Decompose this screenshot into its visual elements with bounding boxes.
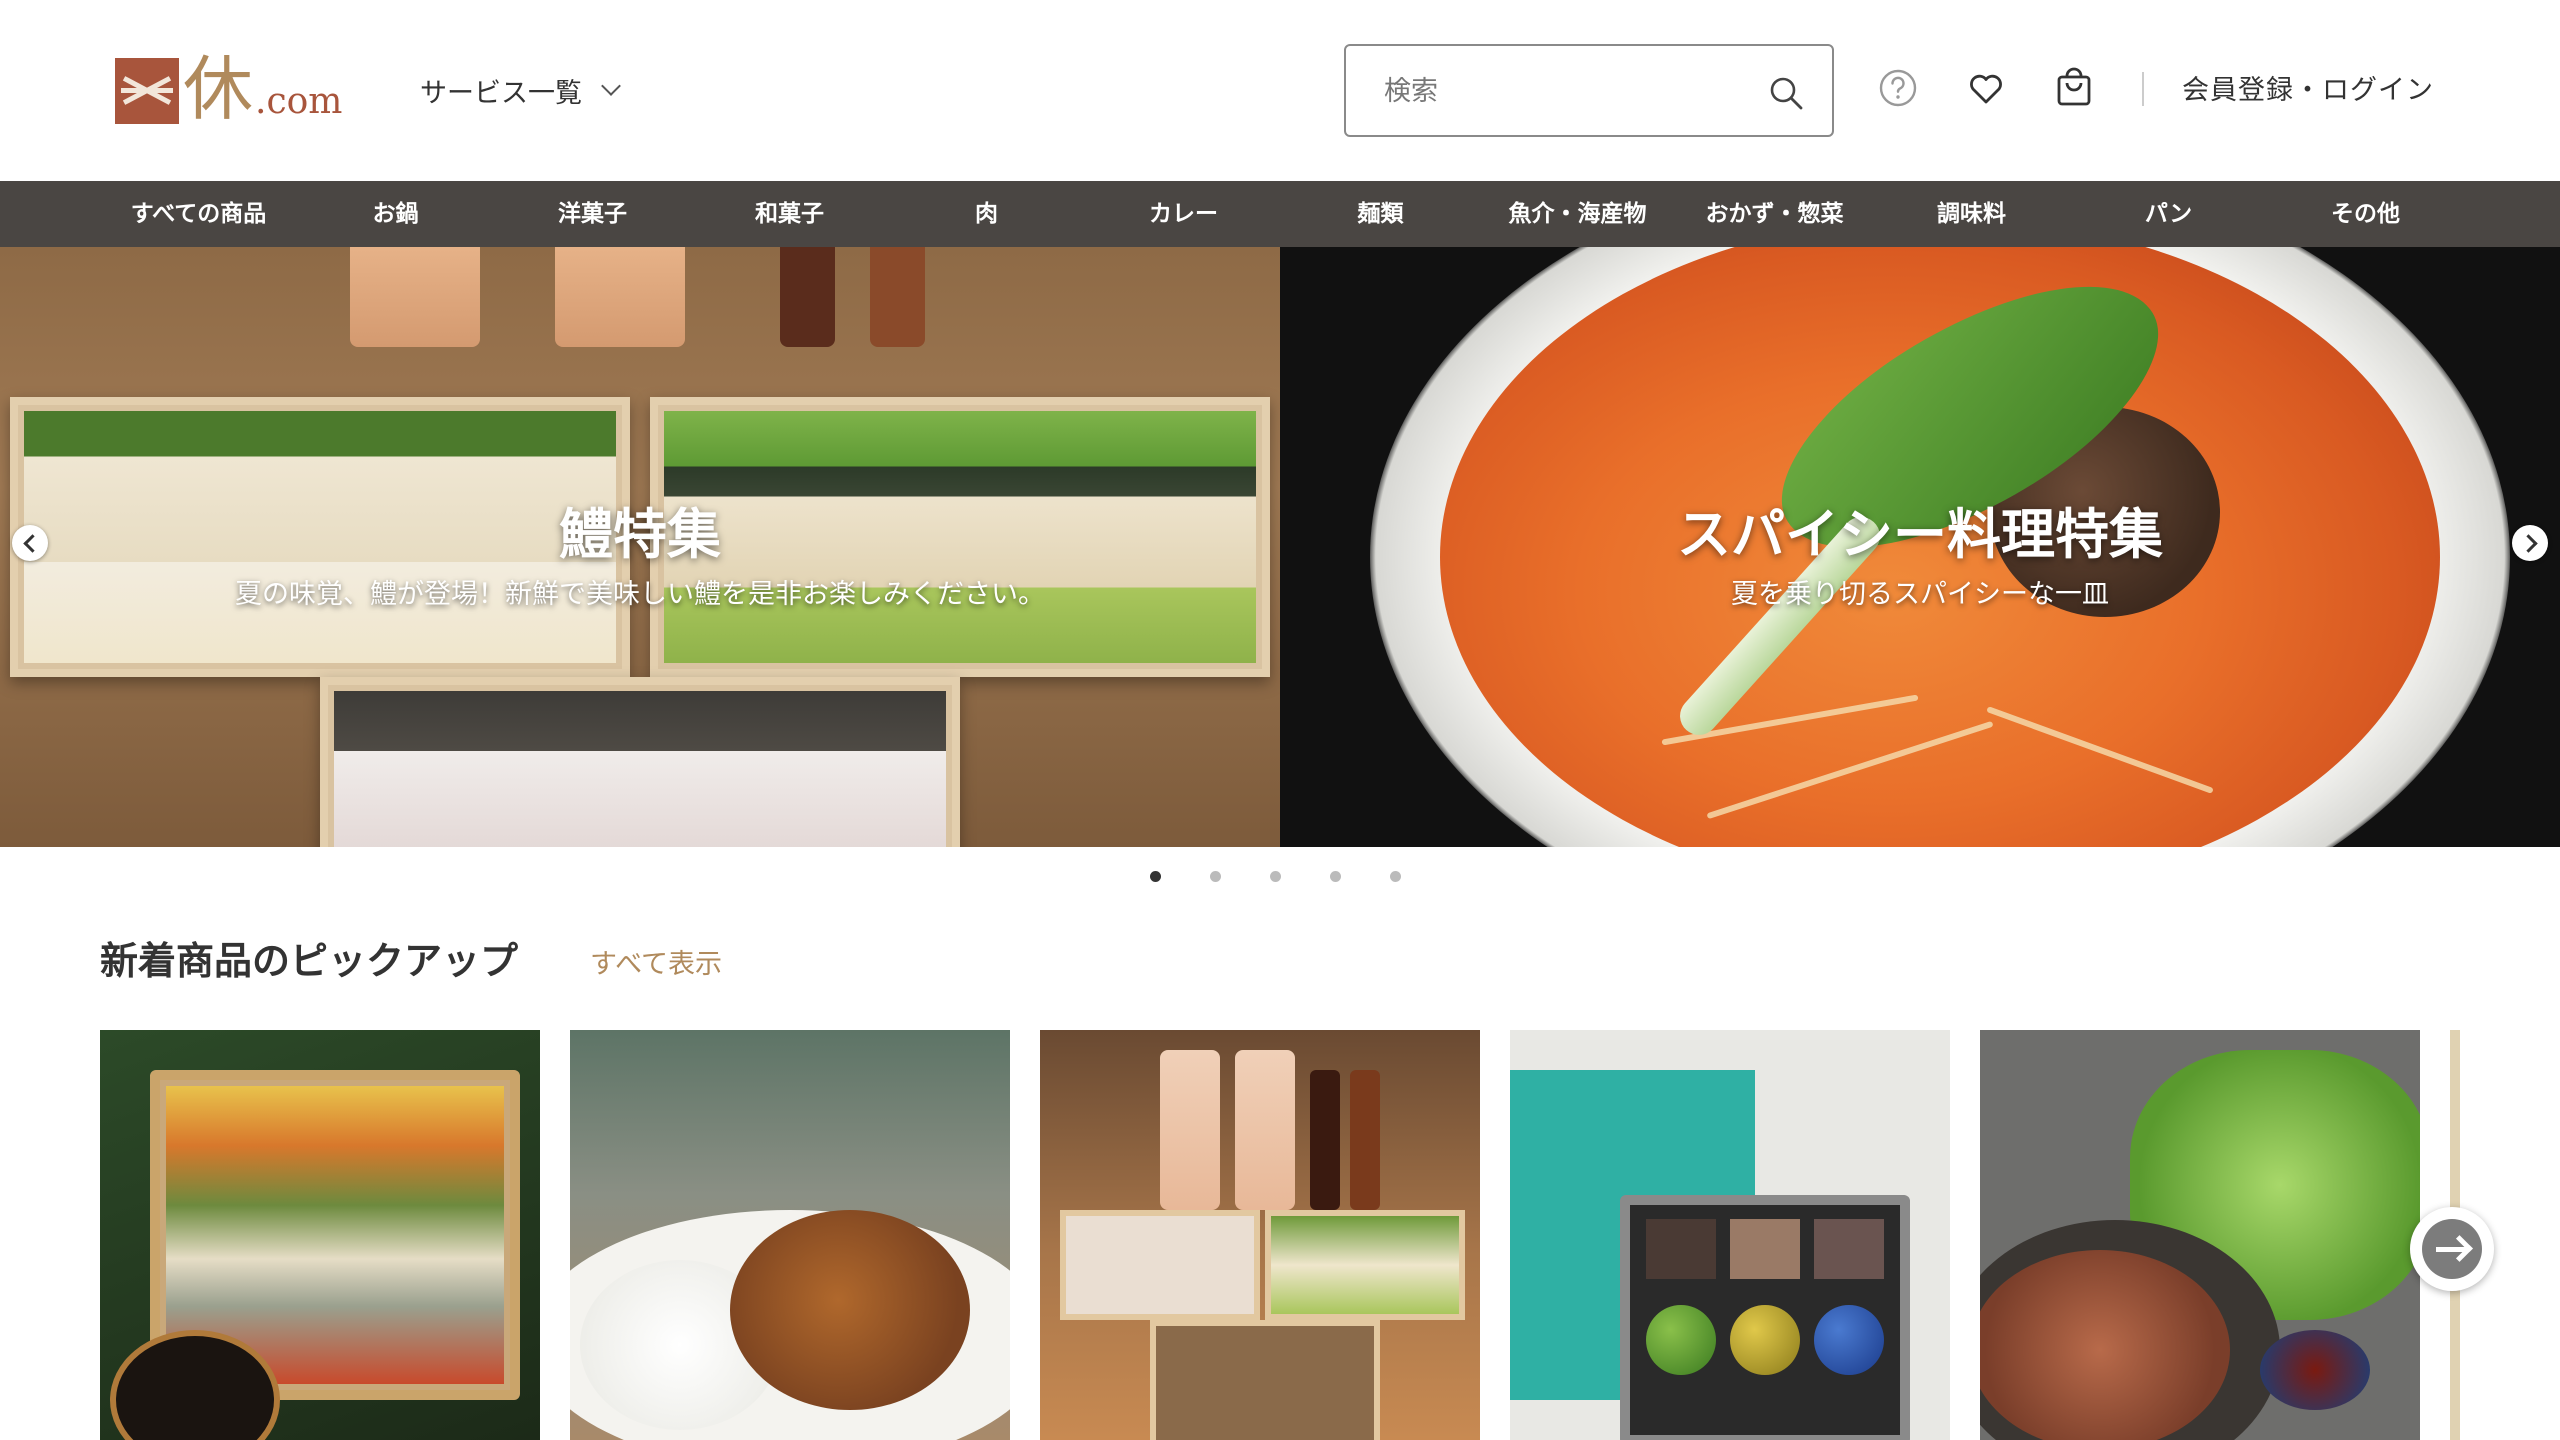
carousel-dot-3[interactable] bbox=[1270, 871, 1281, 882]
search-icon[interactable] bbox=[1766, 73, 1806, 113]
category-seafood[interactable]: 魚介・海産物 bbox=[1479, 181, 1676, 247]
search-box bbox=[1344, 44, 1834, 137]
category-bread[interactable]: パン bbox=[2070, 181, 2267, 247]
category-seasonings[interactable]: 調味料 bbox=[1873, 181, 2070, 247]
logo-text: 休 bbox=[183, 48, 253, 130]
bento-box-image bbox=[1060, 1210, 1260, 1320]
product-carousel bbox=[100, 1030, 2560, 1440]
hero-title: 鱧特集 bbox=[559, 503, 721, 566]
product-card[interactable] bbox=[1980, 1030, 2420, 1440]
product-card[interactable] bbox=[1510, 1030, 1950, 1440]
arrow-right-icon bbox=[2422, 1219, 2482, 1279]
chocolate-piece bbox=[1646, 1219, 1716, 1279]
login-link[interactable]: 会員登録・ログイン bbox=[2182, 68, 2434, 107]
chocolate-piece bbox=[1730, 1219, 1800, 1279]
product-card[interactable] bbox=[100, 1030, 540, 1440]
site-logo[interactable]: 休 .com bbox=[115, 52, 342, 124]
bottle-image bbox=[1160, 1050, 1220, 1210]
bottle-image bbox=[870, 247, 925, 347]
hero-subtitle: 夏を乗り切るスパイシーな一皿 bbox=[1731, 579, 2109, 610]
carousel-dot-4[interactable] bbox=[1330, 871, 1341, 882]
hero-subtitle: 夏の味覚、鱧が登場！新鮮で美味しい鱧を是非お楽しみください。 bbox=[235, 579, 1045, 610]
category-all[interactable]: すべての商品 bbox=[100, 181, 297, 247]
bottle-image bbox=[1350, 1070, 1380, 1210]
header-divider bbox=[2142, 72, 2144, 106]
bottle-image bbox=[555, 247, 685, 347]
heart-icon[interactable] bbox=[1964, 66, 2008, 110]
category-japanese-sweets[interactable]: 和菓子 bbox=[691, 181, 888, 247]
section-title: 新着商品のピックアップ bbox=[100, 939, 519, 983]
carousel-prev-icon[interactable] bbox=[12, 525, 48, 561]
category-curry[interactable]: カレー bbox=[1085, 181, 1282, 247]
carousel-dot-5[interactable] bbox=[1390, 871, 1401, 882]
bottle-image bbox=[780, 247, 835, 347]
bento-box-image bbox=[320, 677, 960, 847]
category-noodles[interactable]: 麺類 bbox=[1282, 181, 1479, 247]
category-nav: すべての商品 お鍋 洋菓子 和菓子 肉 カレー 麺類 魚介・海産物 おかず・惣菜… bbox=[0, 181, 2560, 247]
sauce-dish-image bbox=[2260, 1330, 2370, 1410]
category-side-dishes[interactable]: おかず・惣菜 bbox=[1676, 181, 1873, 247]
carousel-dot-2[interactable] bbox=[1210, 871, 1221, 882]
chocolate-piece bbox=[1814, 1305, 1884, 1375]
bottle-image bbox=[1310, 1070, 1340, 1210]
product-carousel-next-button[interactable] bbox=[2410, 1207, 2494, 1291]
chocolate-piece bbox=[1814, 1219, 1884, 1279]
product-card[interactable] bbox=[570, 1030, 1010, 1440]
logo-mark-icon bbox=[115, 58, 179, 124]
bottle-image bbox=[1235, 1050, 1295, 1210]
category-other[interactable]: その他 bbox=[2267, 181, 2464, 247]
site-header: 休 .com サービス一覧 会員登録・ログイン bbox=[0, 0, 2560, 181]
category-nabe[interactable]: お鍋 bbox=[297, 181, 494, 247]
logo-suffix: .com bbox=[255, 81, 343, 122]
carousel-dot-1[interactable] bbox=[1150, 871, 1161, 882]
view-all-link[interactable]: すべて表示 bbox=[590, 942, 722, 981]
bottle-image bbox=[350, 247, 480, 347]
help-icon[interactable] bbox=[1876, 66, 1920, 110]
carousel-next-icon[interactable] bbox=[2512, 525, 2548, 561]
chocolate-piece bbox=[1646, 1305, 1716, 1375]
services-label: サービス一覧 bbox=[420, 77, 582, 109]
keema-image bbox=[730, 1210, 970, 1410]
category-western-sweets[interactable]: 洋菓子 bbox=[494, 181, 691, 247]
carousel-dots bbox=[1150, 871, 1450, 882]
bento-box-image bbox=[1265, 1210, 1465, 1320]
chocolate-box-image bbox=[1620, 1195, 1910, 1440]
product-card[interactable] bbox=[1040, 1030, 1480, 1440]
hero-title: スパイシー料理特集 bbox=[1677, 503, 2163, 566]
services-menu-button[interactable]: サービス一覧 bbox=[420, 70, 621, 110]
category-meat[interactable]: 肉 bbox=[888, 181, 1085, 247]
hero-carousel: 鱧特集 夏の味覚、鱧が登場！新鮮で美味しい鱧を是非お楽しみください。 スパイシー… bbox=[0, 247, 2560, 847]
cart-icon[interactable] bbox=[2052, 66, 2096, 110]
chevron-down-icon bbox=[601, 76, 621, 96]
search-input[interactable] bbox=[1384, 66, 1744, 116]
chocolate-piece bbox=[1730, 1305, 1800, 1375]
bento-box-image bbox=[1150, 1320, 1380, 1440]
